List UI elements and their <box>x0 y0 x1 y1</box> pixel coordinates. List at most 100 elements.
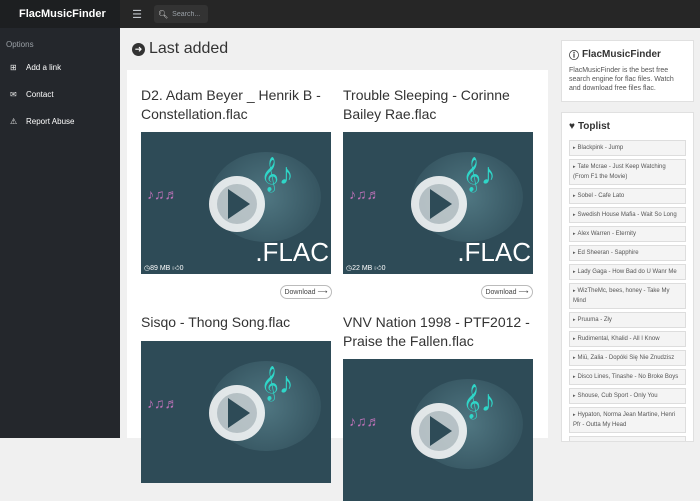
warning-icon: ⚠ <box>10 117 18 126</box>
toplist-item[interactable]: ▸ Ed Sheeran - Sapphire <box>569 245 686 261</box>
toplist-item-label: Miū, Zalia - Dopóki Się Nie Znudzisz <box>577 355 675 361</box>
toplist-item[interactable]: ▸ Lady Gaga - How Bad do U Wanr Me <box>569 264 686 280</box>
toplist-title-text: Toplist <box>577 121 610 132</box>
toplist-item-label: Sobel - Cafe Lato <box>577 193 625 199</box>
about-title: ⓘ FlacMusicFinder <box>569 47 686 62</box>
play-icon[interactable] <box>411 403 467 459</box>
caret-right-icon: ▸ <box>573 374 576 380</box>
music-note-icon: ♪♫♬ <box>349 186 381 202</box>
toplist-item-label: Ed Sheeran - Sapphire <box>577 250 639 256</box>
toplist-item[interactable]: ▸ Hypaton, Norma Jean Martine, Henri Pfr … <box>569 407 686 433</box>
caret-right-icon: ▸ <box>573 164 576 170</box>
thumbs-up-icon: 👍︎ <box>374 265 382 272</box>
main-content: ➜ Last added D2. Adam Beyer _ Henrik B -… <box>120 28 561 501</box>
toplist-item-label: Roxie - Błękit <box>578 441 613 442</box>
track-card: Sisqo - Thong Song.flac ♪♫♬ 𝄞♪ <box>141 313 333 483</box>
hamburger-icon[interactable]: ☰ <box>130 8 144 21</box>
search-icon: 🔍︎ <box>158 9 169 19</box>
toplist-item[interactable]: ▸ Miū, Zalia - Dopóki Się Nie Znudzisz <box>569 350 686 366</box>
toplist-item[interactable]: ▸ Tate Mcrae - Just Keep Watching (From F… <box>569 159 686 185</box>
page-title-text: Last added <box>149 40 229 57</box>
toplist-item[interactable]: ▸ Shouse, Cub Sport - Only You <box>569 388 686 404</box>
play-icon[interactable] <box>411 176 467 232</box>
track-thumbnail[interactable]: ♪♫♬ 𝄞♪ <box>343 359 533 501</box>
caret-right-icon: ▸ <box>573 269 576 275</box>
toplist-item-label: WizTheMc, bees, honey - Take My Mind <box>573 288 670 304</box>
brand-logo[interactable]: FlacMusicFinder <box>0 0 120 28</box>
toplist-list: ▸ Blackpink - Jump ▸ Tate Mcrae - Just Keep… <box>569 140 686 442</box>
toplist-item-label: Tate Mcrae - Just Keep Watching (From F1… <box>573 164 666 180</box>
caret-right-icon: ▸ <box>573 145 576 151</box>
envelope-icon: ✉ <box>10 90 17 99</box>
track-title[interactable]: Trouble Sleeping - Corinne Bailey Rae.fl… <box>343 86 535 126</box>
track-card: D2. Adam Beyer _ Henrik B - Constellatio… <box>141 86 333 299</box>
toplist-item[interactable]: ▸ Swedish House Mafia - Wait So Long <box>569 207 686 223</box>
format-label: .FLAC <box>255 237 329 267</box>
track-meta: ◷22 MB 👍︎0 <box>346 263 386 272</box>
caret-right-icon: ▸ <box>573 212 576 218</box>
about-panel: ⓘ FlacMusicFinder FlacMusicFinder is the… <box>561 40 694 102</box>
play-icon[interactable] <box>209 385 265 441</box>
track-card: VNV Nation 1998 - PTF2012 - Praise the F… <box>343 313 535 501</box>
sidebar-item-label: Contact <box>26 90 54 99</box>
caret-right-icon: ▸ <box>573 441 576 442</box>
sidebar-item-contact[interactable]: ✉ Contact <box>0 81 120 108</box>
toplist-item[interactable]: ▸ WizTheMc, bees, honey - Take My Mind <box>569 283 686 309</box>
sidebar-item-label: Report Abuse <box>26 117 75 126</box>
music-note-icon: ♪♫♬ <box>349 413 381 429</box>
caret-right-icon: ▸ <box>573 336 576 342</box>
info-circle-icon: ⓘ <box>569 51 579 62</box>
heart-icon: ♥ <box>569 121 575 132</box>
like-count: 0 <box>179 265 184 272</box>
download-button[interactable]: Download ⟶ <box>280 285 332 299</box>
file-size: 89 MB <box>150 265 171 272</box>
music-note-icon: ♪♫♬ <box>147 186 179 202</box>
caret-right-icon: ▸ <box>573 250 576 256</box>
toplist-item[interactable]: ▸ Rudimental, Khalid - All I Know <box>569 331 686 347</box>
track-thumbnail[interactable]: ♪♫♬ 𝄞♪ .FLAC ◷22 MB 👍︎0 <box>343 132 533 274</box>
toplist-item-label: Pruuma - Zły <box>577 317 612 323</box>
caret-right-icon: ▸ <box>573 231 576 237</box>
caret-right-icon: ▸ <box>573 317 576 323</box>
treble-clef-icon: 𝄞♪ <box>261 367 294 400</box>
sidebar-item-label: Add a link <box>26 63 62 72</box>
like-count: 0 <box>381 265 386 272</box>
toplist-item-label: Swedish House Mafia - Wait So Long <box>577 212 677 218</box>
toplist-item-label: Rudimental, Khalid - All I Know <box>577 336 660 342</box>
caret-right-icon: ▸ <box>573 288 576 294</box>
toplist-item[interactable]: ▸ Sobel - Cafe Lato <box>569 188 686 204</box>
arrow-circle-right-icon: ➜ <box>132 42 145 56</box>
track-title[interactable]: D2. Adam Beyer _ Henrik B - Constellatio… <box>141 86 333 126</box>
sidebar-item-report-abuse[interactable]: ⚠ Report Abuse <box>0 108 120 135</box>
track-card: Trouble Sleeping - Corinne Bailey Rae.fl… <box>343 86 535 299</box>
toplist-item-label: Alex Warren - Eternity <box>577 231 636 237</box>
toplist-item[interactable]: ▸Roxie - Błękit <box>569 436 686 442</box>
toplist-item-label: Lady Gaga - How Bad do U Wanr Me <box>577 269 677 275</box>
toplist-item[interactable]: ▸ Alex Warren - Eternity <box>569 226 686 242</box>
track-thumbnail[interactable]: ♪♫♬ 𝄞♪ <box>141 341 331 483</box>
file-size: 22 MB <box>352 265 373 272</box>
search-input[interactable] <box>172 7 211 21</box>
caret-right-icon: ▸ <box>573 193 576 199</box>
toplist-item[interactable]: ▸ Pruuma - Zły <box>569 312 686 328</box>
toplist-item[interactable]: ▸ Disco Lines, Tinashe - No Broke Boys <box>569 369 686 385</box>
track-thumbnail[interactable]: ♪♫♬ 𝄞♪ .FLAC ◷89 MB 👍︎0 <box>141 132 331 274</box>
format-label: .FLAC <box>457 237 531 267</box>
about-title-text: FlacMusicFinder <box>582 49 661 60</box>
plus-square-icon: ⊞ <box>10 63 17 72</box>
download-button[interactable]: Download ⟶ <box>481 285 533 299</box>
track-title[interactable]: VNV Nation 1998 - PTF2012 - Praise the F… <box>343 313 535 353</box>
about-text: FlacMusicFinder is the best free search … <box>569 67 674 92</box>
toplist-item-label: Shouse, Cub Sport - Only You <box>577 393 658 399</box>
right-sidebar: ⓘ FlacMusicFinder FlacMusicFinder is the… <box>561 28 700 442</box>
sidebar-item-add-link[interactable]: ⊞ Add a link <box>0 54 120 81</box>
music-note-icon: ♪♫♬ <box>147 395 179 411</box>
play-icon[interactable] <box>209 176 265 232</box>
sidebar-heading: Options <box>6 40 34 49</box>
thumbs-up-icon: 👍︎ <box>172 265 180 272</box>
treble-clef-icon: 𝄞♪ <box>261 158 294 191</box>
search-box[interactable]: 🔍︎ <box>154 5 211 23</box>
caret-right-icon: ▸ <box>573 412 576 418</box>
sidebar: Options ⊞ Add a link ✉ Contact ⚠ Report … <box>0 28 120 438</box>
toplist-item[interactable]: ▸ Blackpink - Jump <box>569 140 686 156</box>
